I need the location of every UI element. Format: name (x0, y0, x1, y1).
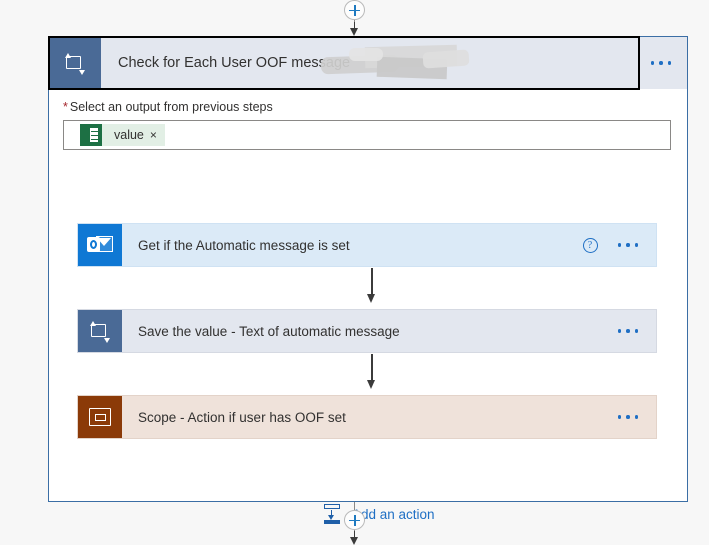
ellipsis-icon[interactable] (617, 243, 638, 247)
help-icon[interactable]: ? (582, 237, 598, 253)
action-right-controls-3 (617, 396, 657, 438)
apply-to-each-title: Check for Each User OOF message (118, 55, 351, 71)
action-card-scope[interactable]: Scope - Action if user has OOF set (77, 395, 657, 439)
action-card-save-the-value[interactable]: Save the value - Text of automatic messa… (77, 309, 657, 353)
output-field-label-text: Select an output from previous steps (69, 100, 273, 114)
apply-to-each-card[interactable]: Check for Each User OOF message * Select … (48, 36, 688, 524)
scope-icon (78, 396, 122, 438)
action-title-get-automatic-message: Get if the Automatic message is set (138, 237, 350, 253)
token-label: value (114, 128, 144, 142)
arrow-down-icon-bottom (348, 530, 362, 545)
add-step-button-top[interactable] (344, 0, 365, 21)
action-title-scope: Scope - Action if user has OOF set (138, 409, 346, 425)
excel-icon (80, 124, 102, 146)
ellipsis-icon[interactable] (617, 329, 638, 333)
outlook-icon (78, 224, 122, 266)
ellipsis-icon[interactable] (617, 415, 638, 419)
output-field-label: * Select an output from previous steps (63, 100, 273, 114)
token-remove-icon[interactable]: × (150, 129, 165, 141)
required-marker: * (63, 100, 68, 114)
output-select-input[interactable]: value × (63, 120, 671, 150)
arrow-down-icon-top (348, 22, 362, 36)
apply-to-each-menu-button[interactable] (635, 37, 687, 89)
action-title-save-the-value: Save the value - Text of automatic messa… (138, 323, 400, 339)
action-card-get-automatic-message[interactable]: Get if the Automatic message is set ? (77, 223, 657, 267)
plus-icon (349, 4, 360, 16)
apply-to-each-loop-icon (78, 310, 122, 352)
action-right-controls-2 (617, 310, 657, 352)
add-step-button-bottom[interactable] (344, 510, 365, 531)
apply-to-each-header[interactable]: Check for Each User OOF message (48, 36, 687, 90)
connector-arrow-2 (365, 354, 379, 390)
plus-icon (349, 514, 360, 526)
token-chip-value[interactable]: value × (80, 124, 165, 146)
insert-action-icon (321, 503, 343, 525)
ellipsis-icon (650, 61, 672, 65)
top-connector-line-lower (354, 20, 355, 23)
top-connector (0, 0, 709, 36)
connector-arrow-1 (365, 268, 379, 304)
add-an-action-button[interactable]: Add an action (321, 503, 435, 525)
apply-to-each-loop-icon (49, 37, 101, 89)
bottom-connector-line-lower (354, 530, 355, 531)
action-right-controls-1: ? (582, 224, 657, 266)
